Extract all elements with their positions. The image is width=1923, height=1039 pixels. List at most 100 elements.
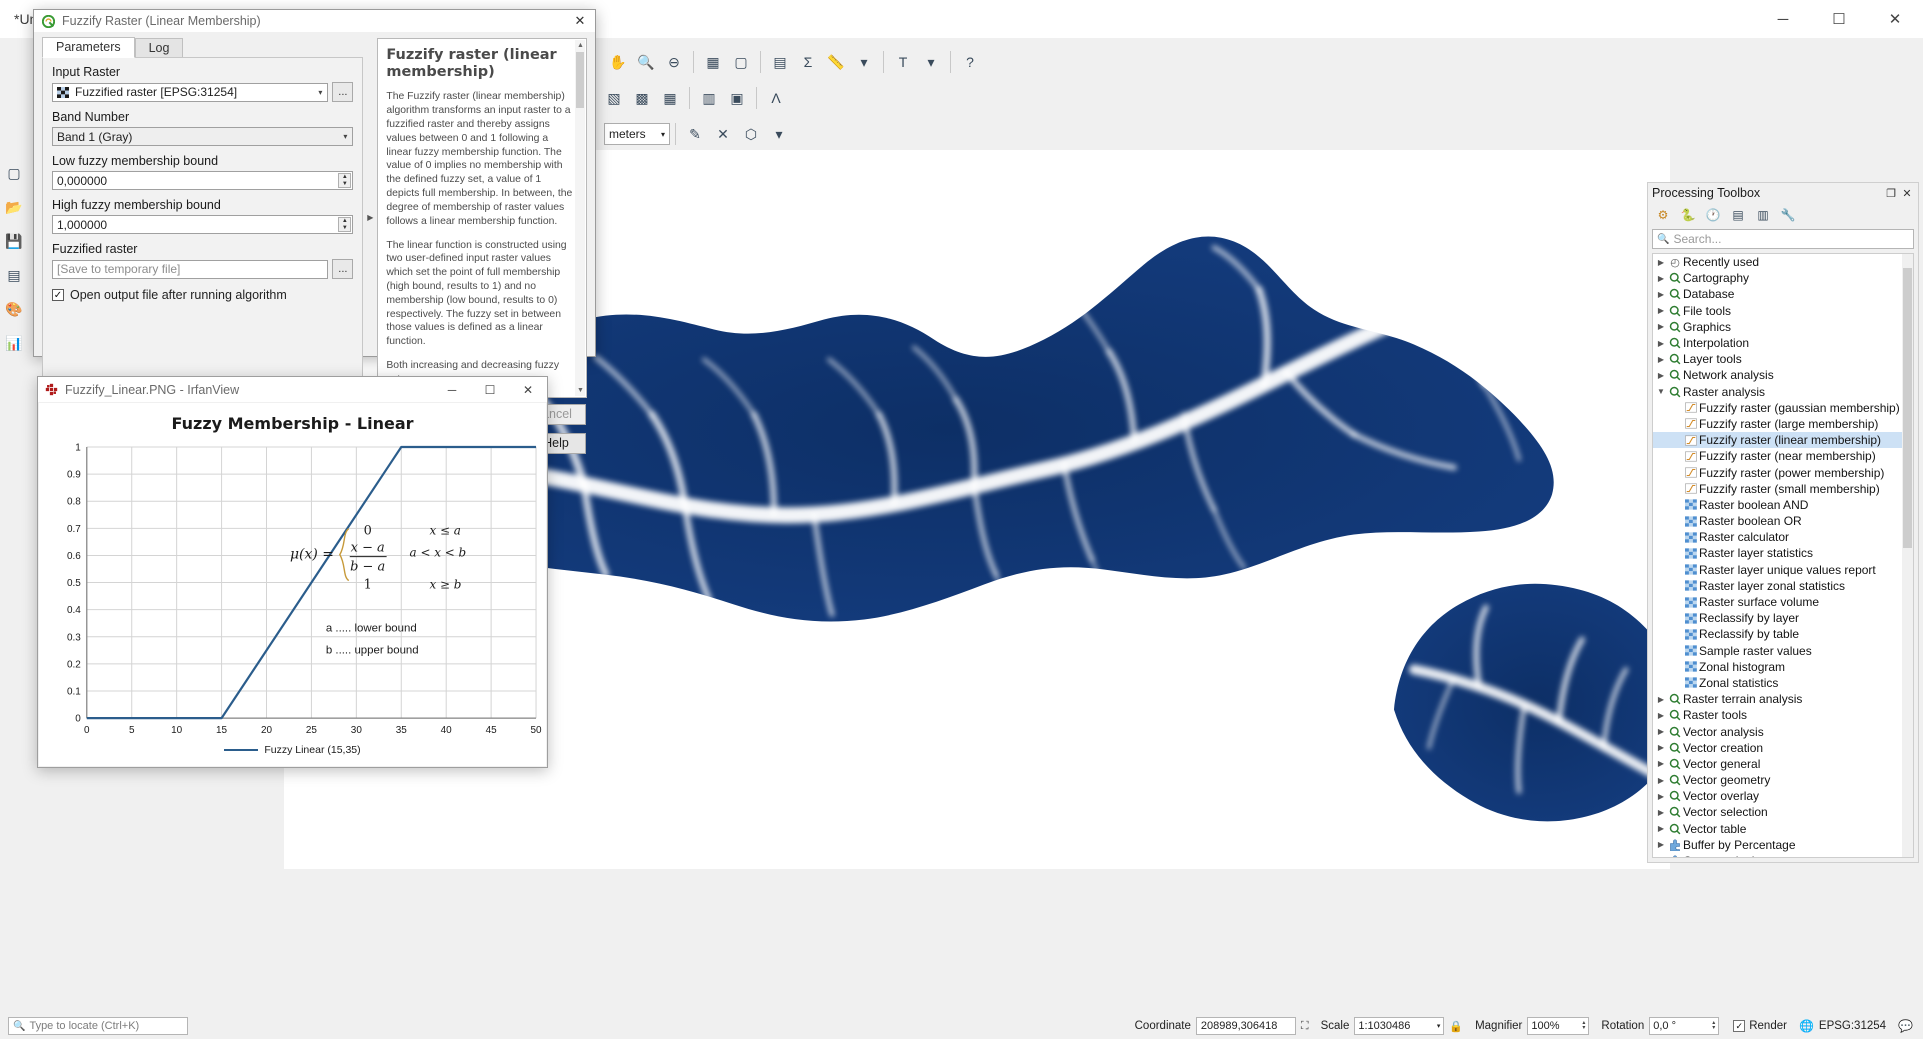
render-checkbox[interactable]: ✓ — [1733, 1020, 1745, 1032]
field-calculator-icon[interactable]: Σ — [795, 49, 821, 75]
crs-group[interactable]: 🌐 EPSG:31254 — [1799, 1019, 1886, 1033]
open-attr-table-icon[interactable]: ▤ — [1, 262, 27, 288]
input-raster-browse-button[interactable]: ... — [332, 82, 353, 102]
speech-bubble-icon[interactable]: 💬 — [1898, 1019, 1913, 1033]
lock-scale-icon[interactable]: 🔒 — [1449, 1020, 1463, 1033]
text-annotation-icon[interactable]: T — [890, 49, 916, 75]
tree-item-vector-table[interactable]: ▶Vector table — [1653, 821, 1902, 837]
output-raster-input[interactable]: [Save to temporary file] — [52, 260, 328, 279]
chevron-right-icon[interactable]: ▶ — [1655, 355, 1667, 364]
add-raster-layer-icon[interactable]: ▩ — [629, 85, 655, 111]
close-button[interactable]: ✕ — [1867, 0, 1923, 38]
layer-styling-icon[interactable]: 🎨 — [1, 296, 27, 322]
tree-item-database[interactable]: ▶Database — [1653, 286, 1902, 302]
tree-item-vector-analysis[interactable]: ▶Vector analysis — [1653, 723, 1902, 739]
chevron-right-icon[interactable]: ▶ — [1655, 322, 1667, 331]
panel-undock-button[interactable]: ❐ — [1884, 186, 1898, 200]
chevron-right-icon[interactable]: ▶ — [1655, 274, 1667, 283]
help-scrollbar-thumb[interactable] — [576, 52, 584, 108]
chevron-right-icon[interactable]: ▶ — [1655, 840, 1667, 849]
dialog-close-button[interactable]: ✕ — [569, 10, 591, 32]
input-raster-combo[interactable]: Fuzzified raster [EPSG:31254] ▾ — [52, 83, 328, 102]
tree-item-raster-tools[interactable]: ▶Raster tools — [1653, 707, 1902, 723]
tree-item-raster-surface-volume[interactable]: Raster surface volume — [1653, 594, 1902, 610]
magnifier-spin-arrows[interactable]: ▴▾ — [1582, 1021, 1585, 1031]
new-project-icon[interactable]: ▢ — [1, 160, 27, 186]
add-postgis-icon[interactable]: ▣ — [724, 85, 750, 111]
tree-item-raster-boolean-and[interactable]: Raster boolean AND — [1653, 497, 1902, 513]
measure-dropdown-icon[interactable]: ▾ — [851, 49, 877, 75]
edit-icon[interactable]: ▥ — [1753, 205, 1773, 225]
tree-item-reclassify-by-table[interactable]: Reclassify by table — [1653, 626, 1902, 642]
models-icon[interactable]: ⚙ — [1653, 205, 1673, 225]
render-toggle[interactable]: ✓ Render — [1733, 1020, 1787, 1032]
tree-item-fuzzify-raster-large-membership[interactable]: Fuzzify raster (large membership) — [1653, 416, 1902, 432]
tab-parameters[interactable]: Parameters — [42, 37, 135, 58]
lambda-icon[interactable]: Λ — [763, 85, 789, 111]
help-scrollbar[interactable]: ▲ ▼ — [575, 40, 585, 396]
chevron-right-icon[interactable]: ▶ — [1655, 743, 1667, 752]
tree-item-vector-geometry[interactable]: ▶Vector geometry — [1653, 772, 1902, 788]
delete-icon[interactable]: ✕ — [710, 121, 736, 147]
tree-item-fuzzify-raster-near-membership[interactable]: Fuzzify raster (near membership) — [1653, 448, 1902, 464]
tree-item-zonal-statistics[interactable]: Zonal statistics — [1653, 675, 1902, 691]
scroll-up-icon[interactable]: ▲ — [577, 42, 584, 49]
chevron-right-icon[interactable]: ▶ — [1655, 306, 1667, 315]
annotation-dropdown-icon[interactable]: ▾ — [918, 49, 944, 75]
select-features-icon[interactable]: ▦ — [700, 49, 726, 75]
chevron-right-icon[interactable]: ▶ — [1655, 711, 1667, 720]
scale-combo[interactable]: 1:1030486 ▾ — [1354, 1017, 1444, 1035]
digitize-icon[interactable]: ✎ — [682, 121, 708, 147]
tree-item-raster-boolean-or[interactable]: Raster boolean OR — [1653, 513, 1902, 529]
node-tool-icon[interactable]: ⬡ — [738, 121, 764, 147]
output-raster-browse-button[interactable]: ... — [332, 259, 353, 279]
options-icon[interactable]: 🔧 — [1778, 205, 1798, 225]
scroll-down-icon[interactable]: ▼ — [577, 387, 584, 394]
statistics-icon[interactable]: 📊 — [1, 330, 27, 356]
tree-item-raster-calculator[interactable]: Raster calculator — [1653, 529, 1902, 545]
panel-close-button[interactable]: ✕ — [1900, 186, 1914, 200]
tree-item-raster-layer-zonal-statistics[interactable]: Raster layer zonal statistics — [1653, 578, 1902, 594]
tree-item-vector-general[interactable]: ▶Vector general — [1653, 756, 1902, 772]
tree-item-fuzzify-raster-small-membership[interactable]: Fuzzify raster (small membership) — [1653, 481, 1902, 497]
dialog-splitter[interactable]: ▶ — [363, 38, 377, 398]
tree-scrollbar-thumb[interactable] — [1903, 268, 1912, 548]
chevron-right-icon[interactable]: ▶ — [1655, 759, 1667, 768]
locator-input[interactable]: 🔍 Type to locate (Ctrl+K) — [8, 1017, 188, 1035]
open-output-row[interactable]: ✓ Open output file after running algorit… — [52, 288, 353, 302]
tree-item-raster-layer-unique-values-report[interactable]: Raster layer unique values report — [1653, 562, 1902, 578]
messages-group[interactable]: 💬 — [1898, 1019, 1913, 1033]
tree-item-fuzzify-raster-gaussian-membership[interactable]: Fuzzify raster (gaussian membership) — [1653, 400, 1902, 416]
chevron-right-icon[interactable]: ▶ — [1655, 258, 1667, 267]
tree-item-contour-plugin[interactable]: ▶Contour plugin — [1653, 853, 1902, 857]
save-project-icon[interactable]: 💾 — [1, 228, 27, 254]
scripts-icon[interactable]: 🐍 — [1678, 205, 1698, 225]
scale-unit-combo[interactable]: meters ▾ — [604, 123, 670, 145]
magnifier-spinner[interactable]: 100% ▴▾ — [1527, 1017, 1589, 1035]
tree-item-layer-tools[interactable]: ▶Layer tools — [1653, 351, 1902, 367]
tree-item-fuzzify-raster-linear-membership[interactable]: Fuzzify raster (linear membership) — [1653, 432, 1902, 448]
chevron-right-icon[interactable]: ▶ — [1655, 776, 1667, 785]
tree-item-raster-analysis[interactable]: ▼Raster analysis — [1653, 384, 1902, 400]
help-icon[interactable]: ? — [957, 49, 983, 75]
tree-item-zonal-histogram[interactable]: Zonal histogram — [1653, 659, 1902, 675]
chevron-right-icon[interactable]: ▶ — [1655, 808, 1667, 817]
chevron-right-icon[interactable]: ▶ — [1655, 339, 1667, 348]
rotation-spinner[interactable]: 0,0 ° ▴▾ — [1649, 1017, 1719, 1035]
tree-item-raster-terrain-analysis[interactable]: ▶Raster terrain analysis — [1653, 691, 1902, 707]
tree-item-recently-used[interactable]: ▶◴Recently used — [1653, 254, 1902, 270]
node-dropdown-icon[interactable]: ▾ — [766, 121, 792, 147]
measure-icon[interactable]: 📏 — [823, 49, 849, 75]
tree-item-raster-layer-statistics[interactable]: Raster layer statistics — [1653, 545, 1902, 561]
tree-item-interpolation[interactable]: ▶Interpolation — [1653, 335, 1902, 351]
image-viewport[interactable]: Fuzzy Membership - Linear 05101520253035… — [39, 403, 546, 766]
open-output-checkbox[interactable]: ✓ — [52, 289, 64, 301]
tree-item-buffer-by-percentage[interactable]: ▶Buffer by Percentage — [1653, 837, 1902, 853]
pan-icon[interactable]: ✋ — [605, 49, 631, 75]
add-delimited-text-icon[interactable]: ▥ — [696, 85, 722, 111]
tree-item-network-analysis[interactable]: ▶Network analysis — [1653, 367, 1902, 383]
tree-item-cartography[interactable]: ▶Cartography — [1653, 270, 1902, 286]
low-bound-input[interactable]: 0,000000 ▲▼ — [52, 171, 353, 190]
chevron-right-icon[interactable]: ▶ — [1655, 290, 1667, 299]
band-number-combo[interactable]: Band 1 (Gray) ▾ — [52, 127, 353, 146]
